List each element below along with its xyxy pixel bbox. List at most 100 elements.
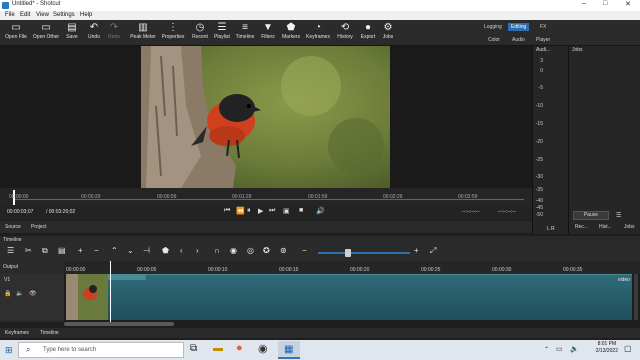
cut-icon[interactable]: ✂ (25, 246, 32, 255)
position-timecode[interactable]: 00:00:03;07 (7, 209, 33, 215)
volume-icon[interactable]: 🔊 (316, 207, 325, 215)
window-title: Untitled* - Shotcut (12, 1, 61, 7)
lock-icon[interactable]: 🔒 (4, 290, 11, 297)
mode-logging[interactable]: Logging (484, 24, 502, 30)
grid-icon[interactable]: ■ (299, 207, 303, 214)
ruler-label: 00:00:35 (563, 267, 583, 273)
pause-jobs-button[interactable]: Pause (573, 211, 609, 220)
clock-date: 2/13/2022 (595, 348, 618, 354)
skip-end-icon[interactable]: ⏭ (269, 207, 275, 215)
tab-history[interactable]: Hist... (599, 224, 612, 230)
menu-icon[interactable]: ☰ (616, 212, 621, 219)
tray-chevron-icon[interactable]: ⌃ (544, 346, 549, 353)
scrub-icon[interactable]: ◉ (230, 246, 237, 255)
scrubber-tick: 00:01:29 (232, 194, 252, 200)
overwrite-icon[interactable]: ⌄ (127, 246, 134, 255)
ripple-icon[interactable]: ◎ (247, 246, 254, 255)
mode-audio[interactable]: Audio (512, 37, 525, 43)
timeline-menu-icon[interactable]: ☰ (7, 246, 14, 255)
windows-start-icon[interactable]: ⊞ (5, 345, 13, 356)
markers-button[interactable]: ⬟ Markers (277, 22, 305, 40)
obs-icon[interactable]: ◉ (258, 342, 268, 355)
video-clip[interactable]: video (66, 274, 632, 320)
menu-settings[interactable]: Settings (53, 12, 75, 18)
clock-time: 8:01 PM (597, 341, 617, 347)
mute-icon[interactable]: 🔈 (16, 290, 23, 297)
mode-color[interactable]: Color (488, 37, 500, 43)
speaker-icon[interactable]: 🔈 (570, 345, 579, 353)
redo-button[interactable]: ↷ Redo (100, 22, 128, 40)
close-icon[interactable]: ✕ (625, 0, 631, 8)
paste-icon[interactable]: ▤ (58, 246, 66, 255)
copy-icon[interactable]: ⧉ (42, 246, 48, 256)
toggle-zoom-icon[interactable]: ▣ (283, 207, 290, 215)
minimize-icon[interactable]: – (582, 0, 586, 7)
tab-project[interactable]: Project (31, 224, 47, 230)
zoom-fit-icon[interactable]: ⤢ (430, 246, 436, 256)
rewind-icon[interactable]: ⏪ (236, 207, 245, 215)
jobs-button[interactable]: ⚙ Jobs (374, 22, 402, 40)
next-marker-icon[interactable]: › (196, 246, 199, 255)
open-other-button[interactable]: ▭ Open Other (32, 22, 60, 40)
firefox-icon[interactable]: ● (236, 342, 243, 354)
file-explorer-icon[interactable]: ▬ (213, 343, 223, 354)
tab-timeline[interactable]: Timeline (40, 330, 59, 336)
peak-meter-button[interactable]: ▥ Peak Meter (128, 22, 158, 40)
zoom-slider-handle[interactable] (345, 249, 351, 257)
append-icon[interactable]: + (78, 246, 83, 255)
menu-bar: File Edit View Settings Help (0, 11, 640, 20)
split-icon[interactable]: ⊣ (143, 246, 150, 255)
pause-icon[interactable]: ⏸ (247, 207, 251, 215)
play-forward-icon[interactable]: ▶ (258, 207, 263, 215)
out-point[interactable]: --:--:--:-- (498, 209, 516, 215)
marker-icon[interactable]: ⬟ (162, 246, 169, 255)
eye-icon[interactable]: 👁 (29, 290, 37, 297)
maximize-icon[interactable]: □ (603, 0, 607, 7)
menu-help[interactable]: Help (80, 12, 92, 18)
open-file-button[interactable]: ▭ Open File (2, 22, 30, 40)
taskbar-search-box[interactable]: ⌕ Type here to search (18, 342, 184, 358)
track-v1-header[interactable]: V1 🔒 🔈 👁 (0, 274, 64, 320)
remove-icon[interactable]: − (94, 246, 99, 255)
scrubber-tick: 00:00:00 (9, 194, 29, 200)
ripple-all-icon[interactable]: ✪ (263, 246, 270, 255)
tab-source[interactable]: Source (5, 224, 21, 230)
properties-icon: ⋮ (168, 22, 178, 33)
lift-icon[interactable]: ⌃ (111, 246, 118, 255)
scrubber-bar[interactable] (0, 188, 532, 206)
ruler-label: 00:00:15 (279, 267, 299, 273)
mode-player[interactable]: Player (536, 37, 550, 43)
taskbar-clock[interactable]: 8:01 PM 2/13/2022 (596, 341, 618, 355)
zoom-in-icon[interactable]: + (414, 246, 419, 255)
notifications-icon[interactable]: ▢ (624, 344, 632, 353)
task-view-icon[interactable]: ⧉ (190, 343, 197, 354)
timeline-playhead[interactable] (110, 261, 111, 322)
tab-jobs[interactable]: Jobs (624, 224, 635, 230)
keyframes-button[interactable]: ◔ Keyframes (304, 22, 332, 40)
tab-keyframes[interactable]: Keyframes (5, 330, 29, 336)
zoom-out-icon[interactable]: − (302, 246, 307, 255)
main-toolbar: ▭ Open File ▭ Open Other ▤ Save ↶ Undo ↷ Redo… (0, 20, 640, 46)
network-icon[interactable]: ▭ (556, 345, 563, 353)
snap-icon[interactable]: ∩ (214, 246, 220, 255)
horizontal-scrollbar[interactable] (64, 322, 174, 326)
clip-title-strip (108, 274, 146, 280)
db-label: -45 (535, 205, 543, 211)
mode-fx[interactable]: FX (540, 24, 546, 30)
tab-recent[interactable]: Rec... (575, 224, 588, 230)
shotcut-taskbar-button[interactable]: ▦ (278, 341, 300, 359)
jobs-icon: ⚙ (383, 22, 393, 33)
properties-button[interactable]: ⋮ Properties (160, 22, 186, 40)
mode-editing[interactable]: Editing (508, 23, 530, 31)
skip-start-icon[interactable]: ⏮ (224, 207, 230, 215)
prev-marker-icon[interactable]: ‹ (180, 246, 183, 255)
menu-edit[interactable]: Edit (20, 12, 30, 18)
zoom-slider[interactable] (318, 252, 410, 254)
ruler-label: 00:00:05 (137, 267, 157, 273)
in-point[interactable]: --:--:--:-- (462, 209, 480, 215)
menu-file[interactable]: File (5, 12, 15, 18)
vertical-scrollbar[interactable] (634, 274, 638, 320)
ripple-markers-icon[interactable]: ⊛ (280, 246, 287, 255)
duration-timecode: / 00:03:26;02 (46, 209, 76, 215)
menu-view[interactable]: View (36, 12, 49, 18)
